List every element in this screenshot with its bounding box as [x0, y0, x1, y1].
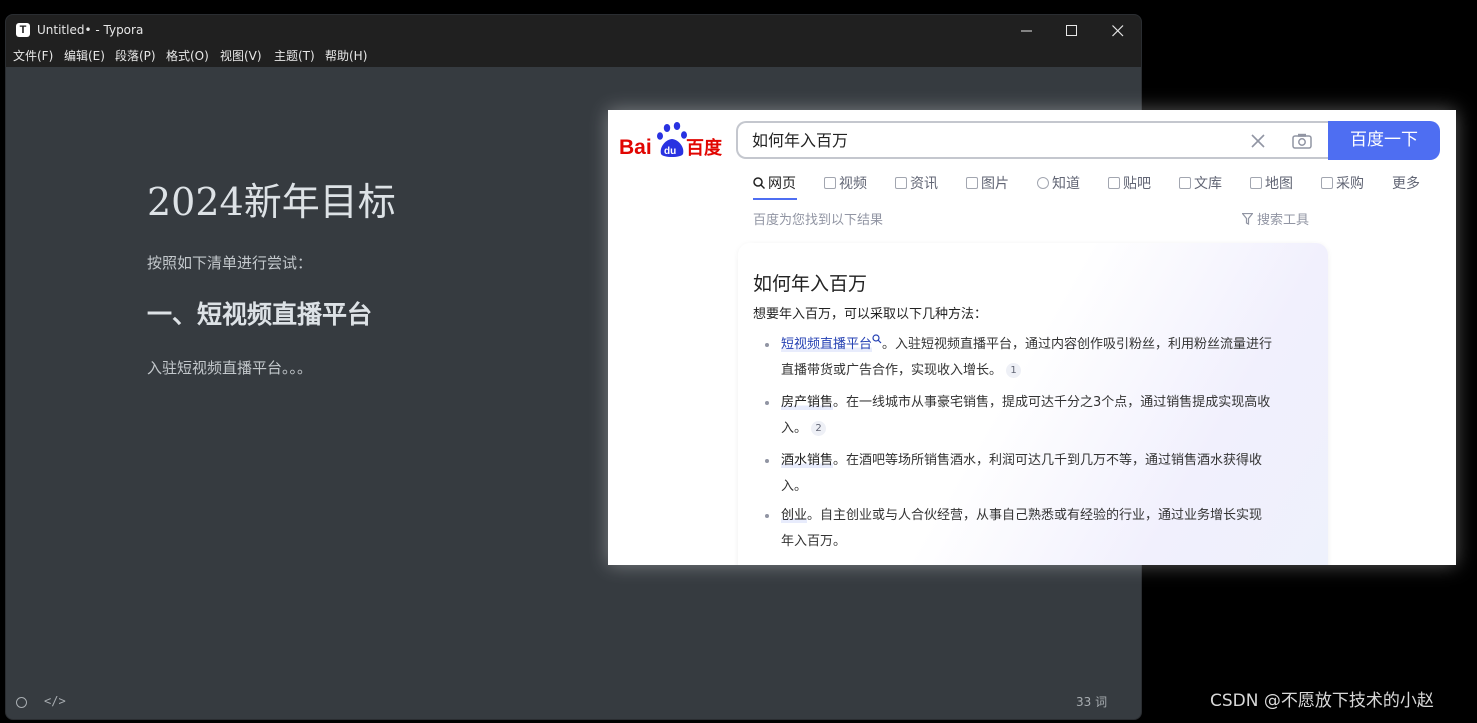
maximize-icon [1066, 25, 1077, 36]
baidu-logo: Bai du 百度 [619, 122, 723, 159]
source-code-mode-icon[interactable]: </> [44, 694, 66, 709]
card-title[interactable]: 如何年入百万 [753, 272, 867, 296]
document-intro[interactable]: 按照如下清单进行尝试： [147, 253, 312, 273]
tab-tieba[interactable]: 贴吧 [1108, 174, 1151, 194]
search-button[interactable]: 百度一下 [1328, 121, 1440, 160]
menu-paragraph[interactable]: 段落(P) [115, 49, 156, 64]
item-text: 入。 [781, 479, 808, 494]
title-bar[interactable]: T Untitled• - Typora [6, 15, 1141, 46]
tab-label: 视频 [839, 176, 867, 192]
tab-web[interactable]: 网页 [753, 174, 796, 194]
camera-icon[interactable] [1292, 133, 1312, 149]
outline-toggle-icon[interactable] [16, 697, 27, 708]
tab-label: 知道 [1052, 176, 1080, 192]
tab-map[interactable]: 地图 [1250, 174, 1293, 194]
close-icon [1112, 25, 1124, 37]
item-text: 直播带货或广告合作，实现收入增长。 [781, 363, 1003, 378]
svg-text:Bai: Bai [619, 136, 652, 159]
bullet-icon [765, 459, 769, 463]
menu-help[interactable]: 帮助(H) [325, 49, 367, 64]
item-text: 。自主创业或与人合伙经营，从事自己熟悉或有经验的行业，通过业务增长实现 [807, 508, 1263, 523]
close-button[interactable] [1095, 15, 1141, 46]
document-icon [1179, 177, 1191, 189]
csdn-watermark: CSDN @不愿放下技术的小赵 [1210, 691, 1434, 711]
tab-news[interactable]: 资讯 [895, 174, 938, 194]
word-count[interactable]: 33 词 [1076, 695, 1107, 710]
maximize-button[interactable] [1049, 15, 1095, 46]
tab-wenku[interactable]: 文库 [1179, 174, 1222, 194]
tieba-icon [1108, 177, 1120, 189]
tab-label: 贴吧 [1123, 176, 1151, 192]
keyword-link[interactable]: 短视频直播平台 [781, 337, 873, 352]
search-icon [753, 177, 766, 190]
question-icon [1037, 177, 1049, 189]
bullet-icon [765, 401, 769, 405]
tab-label: 资讯 [910, 176, 938, 192]
item-text: 。在一线城市从事豪宅销售，提成可达千分之3个点，通过销售提成实现高收 [833, 395, 1271, 410]
image-icon [966, 177, 978, 189]
citation-badge[interactable]: 1 [1006, 363, 1022, 378]
list-item: 短视频直播平台 。入驻短视频直播平台，通过内容创作吸引粉丝，利用粉丝流量进行直播带… [781, 332, 1321, 384]
list-item: 创业。自主创业或与人合伙经营，从事自己熟悉或有经验的行业，通过业务增长实现年入百… [781, 503, 1321, 555]
document-paragraph[interactable]: 入驻短视频直播平台。。。 [147, 358, 312, 378]
item-text: 。入驻短视频直播平台，通过内容创作吸引粉丝，利用粉丝流量进行 [882, 337, 1273, 352]
menu-file[interactable]: 文件(F) [13, 49, 53, 64]
video-icon [824, 177, 836, 189]
menu-theme[interactable]: 主题(T) [274, 49, 315, 64]
tab-label: 网页 [768, 176, 796, 192]
filter-icon [1241, 212, 1254, 225]
search-tools-button[interactable]: 搜索工具 [1241, 212, 1310, 230]
window-title: Untitled• - Typora [37, 23, 144, 37]
card-intro: 想要年入百万，可以采取以下几种方法： [753, 307, 988, 322]
tab-label: 地图 [1265, 176, 1293, 192]
keyword[interactable]: 创业 [781, 508, 808, 523]
tab-purchase[interactable]: 采购 [1321, 174, 1364, 194]
minimize-button[interactable] [1004, 15, 1050, 46]
tab-more[interactable]: 更多 [1392, 174, 1420, 194]
tab-video[interactable]: 视频 [824, 174, 867, 194]
tab-label: 文库 [1194, 176, 1222, 192]
search-icon [872, 334, 882, 344]
menu-bar: 文件(F) 编辑(E) 段落(P) 格式(O) 视图(V) 主题(T) 帮助(H… [6, 46, 1141, 67]
bullet-icon [765, 514, 769, 518]
citation-badge[interactable]: 2 [811, 421, 827, 436]
cart-icon [1321, 177, 1333, 189]
svg-text:du: du [664, 146, 676, 157]
bullet-icon [765, 343, 769, 347]
tab-label: 图片 [981, 176, 1009, 192]
typora-app-icon: T [16, 23, 30, 37]
list-item: 酒水销售。在酒吧等场所销售酒水，利润可达几千到几万不等，通过销售酒水获得收入。 [781, 448, 1321, 500]
document-heading[interactable]: 一、短视频直播平台 [147, 299, 372, 331]
svg-text:百度: 百度 [686, 137, 723, 159]
minimize-icon [1021, 30, 1032, 32]
keyword[interactable]: 房产销售 [781, 395, 834, 410]
tab-label: 采购 [1336, 176, 1364, 192]
news-icon [895, 177, 907, 189]
search-tools-label: 搜索工具 [1257, 213, 1310, 228]
result-count-text: 百度为您找到以下结果 [753, 213, 884, 228]
keyword[interactable]: 酒水销售 [781, 453, 834, 468]
menu-view[interactable]: 视图(V) [220, 49, 262, 64]
document-title[interactable]: 2024新年目标 [147, 178, 396, 226]
tab-images[interactable]: 图片 [966, 174, 1009, 194]
item-text: 入。 [781, 421, 808, 436]
clear-icon[interactable] [1250, 133, 1266, 149]
menu-format[interactable]: 格式(O) [166, 49, 209, 64]
search-input[interactable]: 如何年入百万 [736, 121, 1328, 159]
list-item: 房产销售。在一线城市从事豪宅销售，提成可达千分之3个点，通过销售提成实现高收入。… [781, 390, 1321, 442]
map-icon [1250, 177, 1262, 189]
search-query: 如何年入百万 [752, 131, 849, 150]
baidu-search-panel: Bai du 百度 如何年入百万 百度一下 网页 视频 资讯 图片 知道 贴吧 … [608, 110, 1456, 565]
active-tab-indicator [753, 198, 797, 200]
menu-edit[interactable]: 编辑(E) [64, 49, 105, 64]
item-text: 。在酒吧等场所销售酒水，利润可达几千到几万不等，通过销售酒水获得收 [833, 453, 1263, 468]
item-text: 年入百万。 [781, 534, 847, 549]
tab-zhidao[interactable]: 知道 [1037, 174, 1080, 194]
